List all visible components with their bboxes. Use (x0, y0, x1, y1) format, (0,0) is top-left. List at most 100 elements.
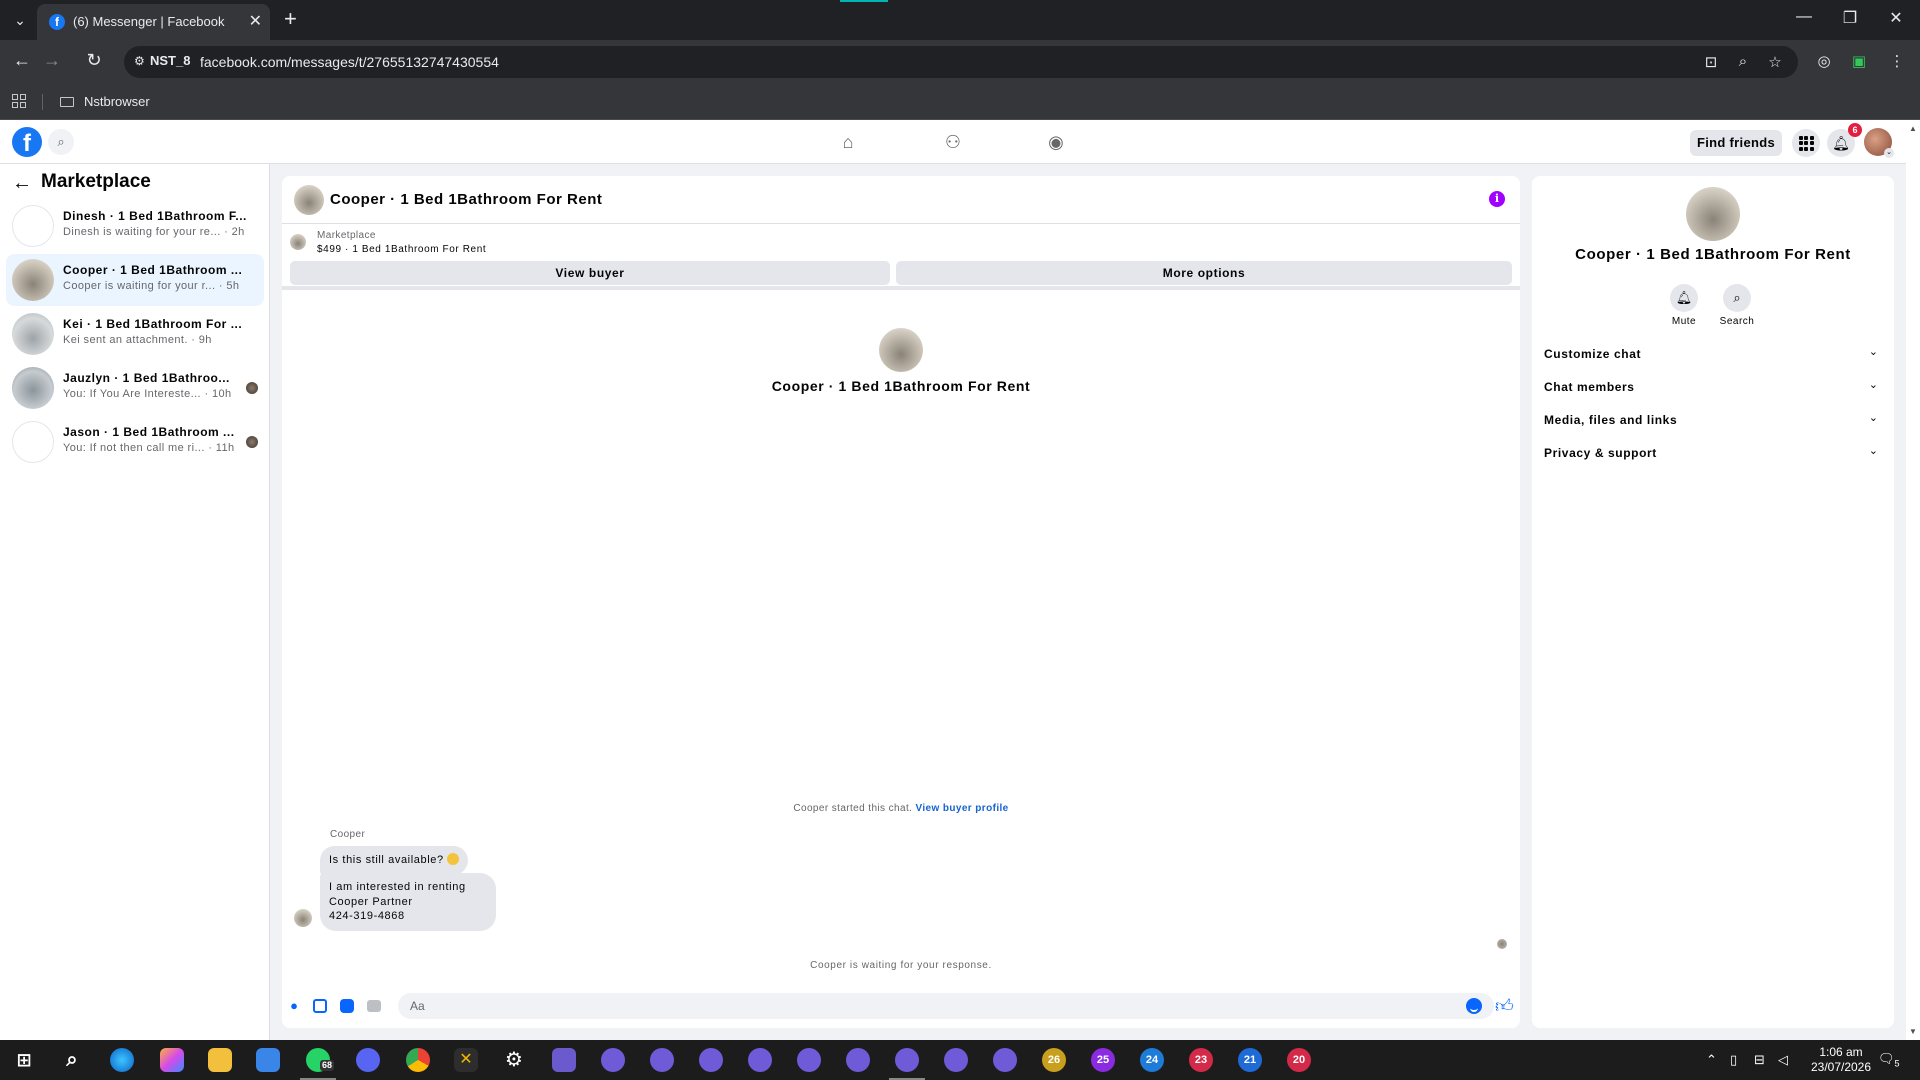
info-icon[interactable]: i (1489, 191, 1505, 207)
search-in-chat-button[interactable]: ⌕ Search (1707, 284, 1767, 327)
gif-icon[interactable] (367, 1000, 381, 1012)
message-bubble[interactable]: I am interested in renting Cooper Partne… (320, 873, 496, 931)
system-clock[interactable]: 1:06 am 23/07/2026 (1796, 1045, 1886, 1075)
view-buyer-button[interactable]: View buyer (290, 261, 890, 285)
bookmark-star-icon[interactable]: ☆ (1765, 53, 1785, 71)
tab-close-icon[interactable]: ✕ (249, 11, 262, 31)
view-buyer-profile-link[interactable]: View buyer profile (915, 803, 1008, 814)
browser-tab-messenger[interactable]: f (6) Messenger | Facebook ✕ (37, 4, 270, 40)
friends-icon[interactable]: ⚇ (941, 130, 965, 154)
file-explorer-icon[interactable] (208, 1048, 232, 1072)
conversation-snippet: Dinesh is waiting for your re... · 2h (63, 226, 245, 238)
edge-icon[interactable] (110, 1048, 134, 1072)
windows-start-icon[interactable]: ⊞ (12, 1048, 36, 1072)
conversation-dinesh[interactable]: Dinesh · 1 Bed 1Bathroom F... Dinesh is … (6, 200, 264, 252)
chevron-down-icon[interactable]: ⌄ (1884, 148, 1894, 158)
minimize-icon[interactable]: — (1786, 8, 1822, 26)
find-friends-button[interactable]: Find friends (1690, 130, 1782, 156)
zoom-icon[interactable]: ⌕ (1733, 53, 1753, 70)
message-bubble[interactable]: Is this still available? (320, 846, 469, 875)
store-icon[interactable] (256, 1048, 280, 1072)
browser-profile-icon[interactable] (993, 1048, 1017, 1072)
info-avatar[interactable] (1686, 187, 1740, 241)
site-info-icon[interactable]: ⚙ (134, 54, 145, 68)
whatsapp-icon[interactable]: 68 (300, 1048, 336, 1080)
browser-profile-icon[interactable] (748, 1048, 772, 1072)
url-text[interactable]: facebook.com/messages/t/2765513274743055… (200, 54, 499, 70)
browser-profile-icon[interactable] (797, 1048, 821, 1072)
day-app-icon[interactable]: 24 (1140, 1048, 1164, 1072)
bookmark-folder-nstbrowser[interactable]: Nstbrowser (84, 94, 150, 109)
folder-icon[interactable] (60, 97, 74, 107)
mute-button[interactable]: 🔔︎ Mute (1654, 284, 1714, 327)
search-icon[interactable]: ⌕ (48, 129, 74, 155)
reload-icon[interactable]: ↻ (82, 50, 106, 71)
tab-search-chevron-icon[interactable]: ⌄ (8, 8, 32, 32)
day-app-icon[interactable]: 21 (1238, 1048, 1262, 1072)
conversation-jason[interactable]: Jason · 1 Bed 1Bathroom ... You: If not … (6, 416, 264, 468)
app-x-icon[interactable]: ✕ (454, 1048, 478, 1072)
conversation-cooper[interactable]: Cooper · 1 Bed 1Bathroom ... Cooper is w… (6, 254, 264, 306)
back-icon[interactable]: ← (10, 50, 34, 71)
section-media-files-links[interactable]: Media, files and links ⌄ (1544, 405, 1882, 433)
close-window-icon[interactable]: ✕ (1878, 8, 1914, 28)
conversation-jauzlyn[interactable]: Jauzlyn · 1 Bed 1Bathroo... You: If You … (6, 362, 264, 414)
browser-profile-icon[interactable] (699, 1048, 723, 1072)
more-options-button[interactable]: More options (896, 261, 1512, 285)
section-chat-members[interactable]: Chat members ⌄ (1544, 372, 1882, 400)
chevron-down-icon: ⌄ (1868, 445, 1878, 457)
network-icon[interactable]: ⊟ (1754, 1052, 1765, 1068)
menu-grid-icon[interactable] (1792, 129, 1820, 157)
conversation-kei[interactable]: Kei · 1 Bed 1Bathroom For ... Kei sent a… (6, 308, 264, 360)
device-icon[interactable]: ▯ (1730, 1052, 1737, 1068)
like-icon[interactable]: 👍︎ (1495, 995, 1514, 1017)
browser-profile-icon[interactable] (650, 1048, 674, 1072)
settings-gear-icon[interactable]: ⚙ (502, 1048, 526, 1072)
search-icon[interactable]: ⌕ (60, 1048, 84, 1072)
image-icon[interactable] (313, 999, 327, 1013)
nstbrowser-icon[interactable] (552, 1048, 576, 1072)
apps-icon[interactable] (12, 94, 26, 108)
scroll-down-icon[interactable]: ▼ (1909, 1027, 1917, 1036)
sticker-icon[interactable] (340, 999, 354, 1013)
chat-title[interactable]: Cooper · 1 Bed 1Bathroom For Rent (330, 191, 602, 208)
tray-overflow-chevron-icon[interactable]: ⌃ (1706, 1052, 1717, 1068)
avatar[interactable] (294, 185, 324, 215)
copilot-icon[interactable] (160, 1048, 184, 1072)
back-arrow-icon[interactable]: ← (12, 172, 32, 195)
mic-icon[interactable]: ● (286, 998, 302, 1014)
message-input[interactable] (398, 993, 1494, 1019)
discord-icon[interactable] (356, 1048, 380, 1072)
notification-center-icon[interactable]: 🗨︎5 (1878, 1051, 1900, 1069)
day-app-icon[interactable]: 20 (1287, 1048, 1311, 1072)
section-privacy-support[interactable]: Privacy & support ⌄ (1544, 438, 1882, 466)
sender-avatar[interactable] (294, 909, 312, 927)
chrome-icon[interactable] (406, 1048, 430, 1072)
video-extension-icon[interactable]: ▣ (1849, 52, 1869, 70)
install-app-icon[interactable]: ⊡ (1701, 53, 1721, 71)
page-scrollbar[interactable]: ▲ ▼ (1906, 120, 1920, 1040)
volume-icon[interactable]: ◁ (1778, 1052, 1788, 1068)
listing-title[interactable]: $499 · 1 Bed 1Bathroom For Rent (317, 244, 486, 255)
groups-icon[interactable]: ◉ (1044, 130, 1068, 154)
profile-icon[interactable]: ◎ (1814, 52, 1834, 70)
address-bar[interactable]: ⚙ NST_8 facebook.com/messages/t/27655132… (124, 46, 1798, 78)
section-customize-chat[interactable]: Customize chat ⌄ (1544, 339, 1882, 367)
day-app-icon[interactable]: 25 (1091, 1048, 1115, 1072)
home-icon[interactable]: ⌂ (836, 130, 860, 154)
browser-profile-icon-active[interactable] (889, 1048, 925, 1080)
day-app-icon[interactable]: 23 (1189, 1048, 1213, 1072)
forward-icon[interactable]: → (40, 50, 64, 71)
restore-icon[interactable]: ❐ (1832, 8, 1868, 28)
message-text: Cooper Partner (329, 895, 413, 908)
new-tab-button[interactable]: + (284, 7, 297, 31)
scroll-up-icon[interactable]: ▲ (1909, 124, 1917, 133)
browser-profile-icon[interactable] (944, 1048, 968, 1072)
profile-chip[interactable]: NST_8 (150, 53, 190, 68)
day-app-icon[interactable]: 26 (1042, 1048, 1066, 1072)
facebook-logo-icon[interactable]: f (12, 127, 42, 157)
emoji-icon[interactable] (1466, 998, 1482, 1014)
browser-menu-icon[interactable]: ⋮ (1887, 52, 1907, 70)
browser-profile-icon[interactable] (601, 1048, 625, 1072)
browser-profile-icon[interactable] (846, 1048, 870, 1072)
